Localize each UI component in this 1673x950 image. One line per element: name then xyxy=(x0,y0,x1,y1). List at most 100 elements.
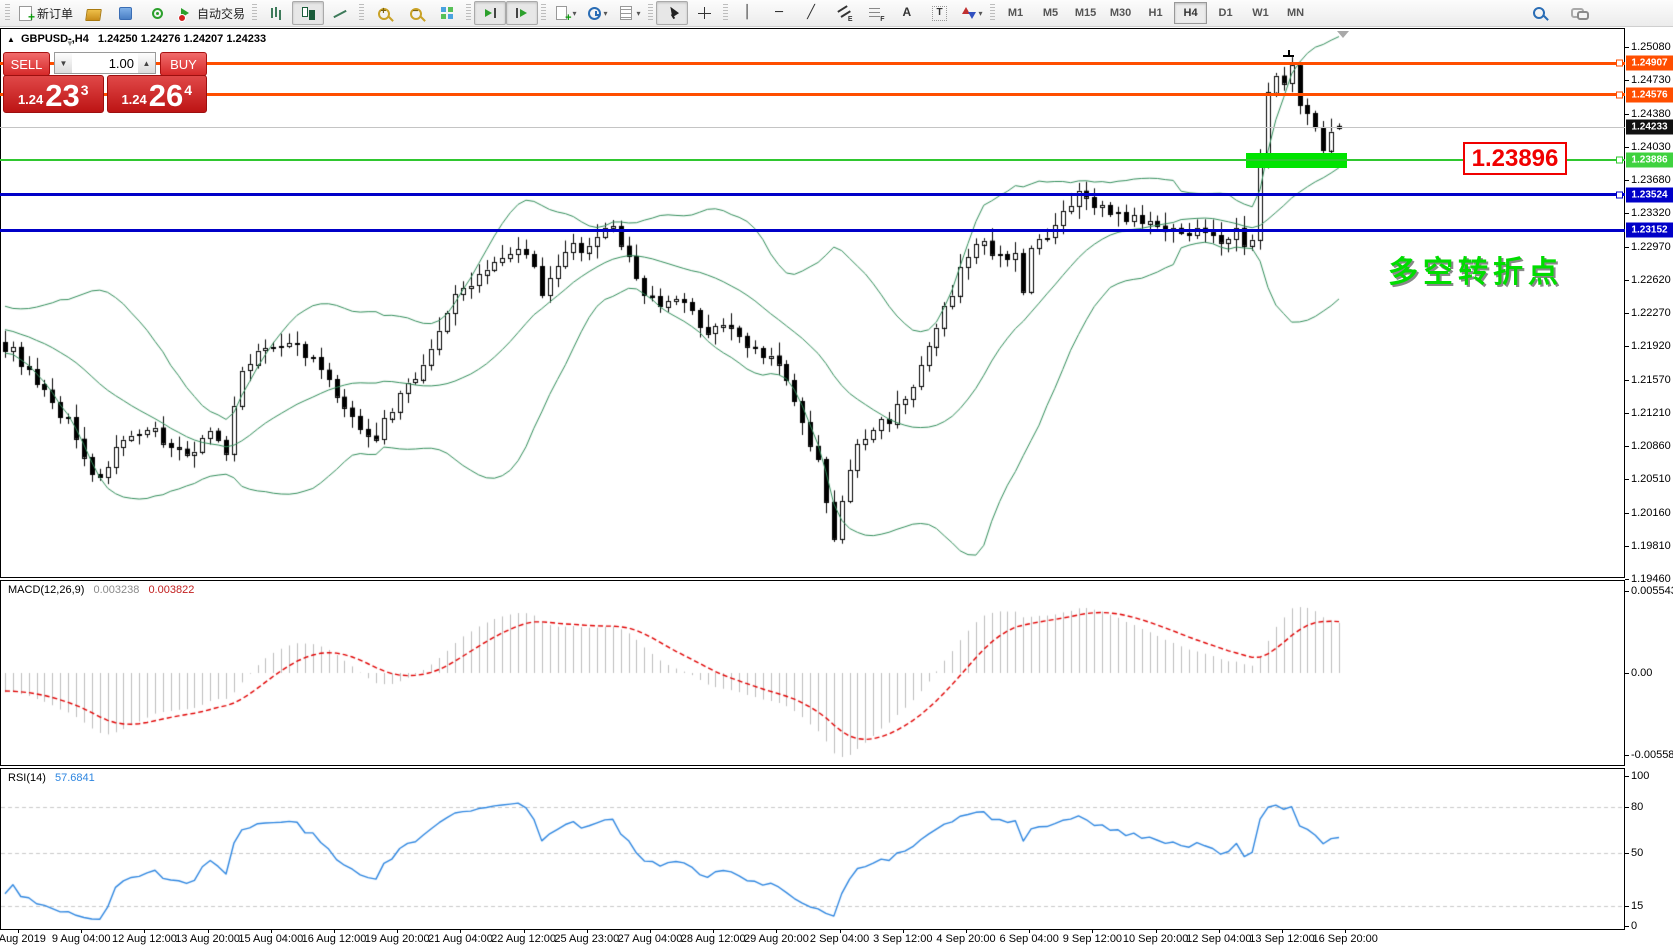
line-chart-button[interactable] xyxy=(324,1,356,25)
new-order-button[interactable]: 新订单 xyxy=(13,1,77,25)
autotrading-button[interactable]: 自动交易 xyxy=(173,1,249,25)
sell-button[interactable]: SELL xyxy=(3,52,50,76)
support-line-blue-1[interactable] xyxy=(0,193,1625,196)
main-chart-panel xyxy=(0,28,1625,578)
chart-shift-button[interactable] xyxy=(506,1,538,25)
macd-tick-label: 0.00 xyxy=(1631,667,1652,679)
periods-button-caret[interactable]: ▾ xyxy=(604,9,608,18)
support-line-green-handle[interactable] xyxy=(1616,157,1623,164)
chart-shift-marker[interactable] xyxy=(1337,31,1349,38)
signals-button[interactable] xyxy=(141,1,173,25)
time-scale[interactable]: 7 Aug 20199 Aug 04:0012 Aug 12:0013 Aug … xyxy=(0,930,1673,950)
volume-increase-button[interactable]: ▲ xyxy=(138,53,155,73)
time-label: 29 Aug 20:00 xyxy=(744,933,809,945)
symbol-collapse-icon[interactable]: ▲ xyxy=(7,35,15,44)
scale-tick xyxy=(1625,346,1629,347)
scale-tick xyxy=(1625,776,1629,777)
templates-button[interactable]: ▾ xyxy=(613,1,645,25)
fibonacci-icon xyxy=(867,5,884,21)
indicators-button-caret[interactable]: ▾ xyxy=(573,9,577,18)
arrows-button[interactable]: ▾ xyxy=(955,1,987,25)
buy-price-button[interactable]: 1.24 26 4 xyxy=(107,75,208,113)
volume-input[interactable] xyxy=(72,53,138,73)
chat-icon xyxy=(1571,5,1588,21)
scale-tick xyxy=(1625,147,1629,148)
chat-button[interactable] xyxy=(1563,1,1595,25)
resistance-line-2[interactable] xyxy=(0,93,1625,96)
scale-tick xyxy=(1625,755,1629,756)
sell-price-prefix: 1.24 xyxy=(18,92,43,107)
crosshair-button[interactable] xyxy=(688,1,720,25)
zoom-in-button[interactable] xyxy=(367,1,399,25)
timeframe-h1[interactable]: H1 xyxy=(1139,2,1172,24)
trendline-icon: ╱ xyxy=(803,5,820,21)
symbol-info-bar[interactable]: ▲ GBPUSD-,H4 1.24250 1.24276 1.24207 1.2… xyxy=(7,33,266,45)
level-annotation-box[interactable]: 1.23896 xyxy=(1463,142,1567,175)
auto-scroll-button[interactable] xyxy=(474,1,506,25)
periods-button[interactable]: ▾ xyxy=(581,1,613,25)
price-tick-label: 1.23680 xyxy=(1631,174,1671,186)
rsi-value: 57.6841 xyxy=(55,772,95,784)
main-chart-canvas[interactable] xyxy=(1,29,1624,577)
arrows-button-caret[interactable]: ▾ xyxy=(979,9,983,18)
buy-button[interactable]: BUY xyxy=(160,52,207,76)
support-line-blue-1-handle[interactable] xyxy=(1616,191,1623,198)
resistance-line-2-handle[interactable] xyxy=(1616,91,1623,98)
equidistant-channel-button[interactable] xyxy=(827,1,859,25)
buy-price-pip: 4 xyxy=(184,82,192,98)
support-line-blue-2-price-tag: 1.23152 xyxy=(1626,223,1673,238)
timeframe-m30[interactable]: M30 xyxy=(1104,2,1137,24)
trendline-button[interactable]: ╱ xyxy=(795,1,827,25)
macd-canvas[interactable] xyxy=(1,581,1624,765)
price-tick-label: 1.24380 xyxy=(1631,108,1671,120)
timeframe-w1[interactable]: W1 xyxy=(1244,2,1277,24)
toolbar: 新订单 自动交易 ▾ ▾ ▾ │─ ╱ ▾ M1M5M15M30H1H4D1W1MN xyxy=(0,0,1673,27)
cursor-button[interactable] xyxy=(656,1,688,25)
rsi-name: RSI(14) xyxy=(8,772,46,784)
price-tick-label: 1.19460 xyxy=(1631,573,1671,585)
zoom-out-button[interactable] xyxy=(399,1,431,25)
timeframe-h4[interactable]: H4 xyxy=(1174,2,1207,24)
price-tick-label: 1.24030 xyxy=(1631,141,1671,153)
candlestick-chart-button[interactable] xyxy=(292,1,324,25)
sell-price-button[interactable]: 1.24 23 3 xyxy=(3,75,104,113)
time-label: 6 Sep 04:00 xyxy=(1000,933,1059,945)
time-label: 21 Aug 04:00 xyxy=(428,933,493,945)
fibonacci-button[interactable] xyxy=(859,1,891,25)
turning-point-annotation[interactable]: 多空转折点 xyxy=(1388,247,1563,291)
resistance-line-1-handle[interactable] xyxy=(1616,60,1623,67)
history-center-button[interactable] xyxy=(109,1,141,25)
text-button[interactable] xyxy=(891,1,923,25)
toolbar-right xyxy=(1523,1,1595,25)
time-label: 16 Sep 20:00 xyxy=(1312,933,1377,945)
resistance-line-1[interactable] xyxy=(0,62,1625,65)
time-label: 9 Sep 12:00 xyxy=(1063,933,1122,945)
timeframe-mn[interactable]: MN xyxy=(1279,2,1312,24)
rsi-tick-label: 15 xyxy=(1631,900,1643,912)
timeframe-m1[interactable]: M1 xyxy=(999,2,1032,24)
support-line-green[interactable] xyxy=(0,159,1625,161)
timeframe-m15[interactable]: M15 xyxy=(1069,2,1102,24)
candlestick-chart-icon xyxy=(300,5,317,21)
bid-price-line[interactable] xyxy=(0,127,1625,128)
text-label-button[interactable] xyxy=(923,1,955,25)
rsi-canvas[interactable] xyxy=(1,769,1624,929)
price-tick-label: 1.24730 xyxy=(1631,74,1671,86)
scale-tick xyxy=(1625,280,1629,281)
support-line-blue-2[interactable] xyxy=(0,229,1625,232)
indicators-button[interactable]: ▾ xyxy=(549,1,581,25)
vertical-line-button[interactable]: │ xyxy=(731,1,763,25)
templates-button-caret[interactable]: ▾ xyxy=(637,9,641,18)
search-button[interactable] xyxy=(1523,1,1555,25)
bar-chart-button[interactable] xyxy=(260,1,292,25)
tile-windows-button[interactable] xyxy=(431,1,463,25)
horizontal-line-button[interactable]: ─ xyxy=(763,1,795,25)
timeframe-d1[interactable]: D1 xyxy=(1209,2,1242,24)
timeframe-m5[interactable]: M5 xyxy=(1034,2,1067,24)
volume-decrease-button[interactable]: ▼ xyxy=(55,53,72,73)
periods-icon xyxy=(588,7,601,20)
bid-price-line-price-tag: 1.24233 xyxy=(1626,120,1673,135)
rsi-tick-label: 50 xyxy=(1631,847,1643,859)
trade-panel-collapse-caret[interactable]: ▼ xyxy=(66,39,74,48)
market-watch-button[interactable] xyxy=(77,1,109,25)
